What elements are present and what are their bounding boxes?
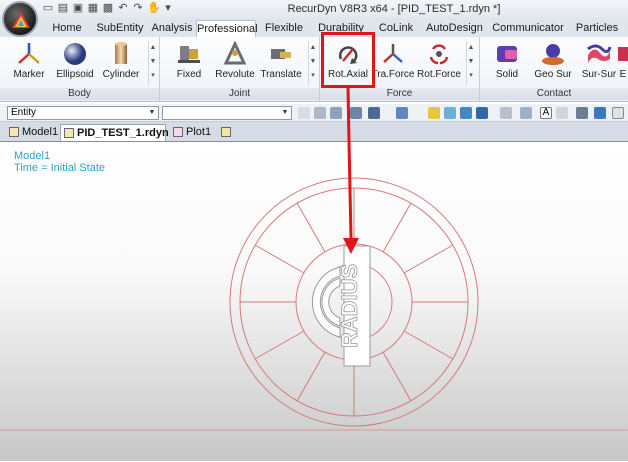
marker-icon — [18, 43, 40, 64]
tab-analysis[interactable]: Analysis — [150, 20, 194, 37]
tab-particles[interactable]: Particles — [570, 20, 624, 37]
ellipsoid-button[interactable]: Ellipsoid — [52, 41, 98, 85]
geo-sur-button[interactable]: Geo Sur — [530, 41, 576, 85]
tab-subentity[interactable]: SubEntity — [92, 20, 148, 37]
tra-force-label: Tra.Force — [371, 69, 415, 80]
pointer-arrow-line — [347, 142, 353, 239]
app-menu-orb[interactable] — [2, 1, 38, 37]
revolute-joint-icon — [223, 41, 247, 65]
tab-flexible[interactable]: Flexible — [262, 20, 306, 37]
solid-button[interactable]: Solid — [484, 41, 530, 85]
rot-force-icon — [429, 44, 449, 65]
fixed-label: Fixed — [176, 69, 202, 80]
revolute-label: Revolute — [215, 69, 255, 80]
contact-more-button[interactable]: E — [618, 41, 628, 85]
force-gallery-scroller[interactable]: ▲ ▼ ▾ — [466, 41, 475, 85]
fixed-joint-icon — [178, 46, 200, 63]
ellipsoid-label: Ellipsoid — [56, 69, 94, 80]
solid-contact-icon — [497, 46, 517, 62]
translate-button[interactable]: Translate — [258, 41, 304, 85]
window-title: RecurDyn V8R3 x64 - [PID_TEST_1.rdyn *] — [287, 3, 501, 15]
marker-button[interactable]: Marker — [6, 41, 52, 85]
contact-more-icon — [618, 47, 628, 61]
joint-gallery-scroller[interactable]: ▲ ▼ ▾ — [308, 41, 317, 85]
model-scene: RADIUS — [0, 142, 628, 431]
ellipsoid-icon — [64, 43, 86, 65]
geo-surface-icon — [542, 44, 564, 65]
tab-home[interactable]: Home — [42, 20, 92, 37]
translate-joint-icon — [271, 49, 291, 59]
surface-surface-icon — [587, 44, 612, 63]
tab-communicator[interactable]: Communicator — [492, 20, 564, 37]
tra-force-button[interactable]: Tra.Force — [370, 41, 416, 85]
cylinder-label: Cylinder — [102, 69, 140, 80]
marker-label: Marker — [13, 69, 45, 80]
recurdyn-logo-icon — [12, 12, 30, 28]
body-gallery-scroller[interactable]: ▲ ▼ ▾ — [148, 41, 157, 85]
revolute-button[interactable]: Revolute — [212, 41, 258, 85]
ribbon-tab-bar: Home SubEntity Analysis Professional Fle… — [0, 18, 628, 37]
marker-radius-text: RADIUS — [337, 264, 362, 348]
rot-axial-highlight-box — [321, 32, 375, 88]
sur-sur-label: Sur-Sur — [581, 69, 617, 80]
cylinder-icon — [115, 42, 127, 64]
fixed-button[interactable]: Fixed — [166, 41, 212, 85]
tab-colink[interactable]: CoLink — [376, 20, 416, 37]
cylinder-button[interactable]: Cylinder — [98, 41, 144, 85]
rot-force-button[interactable]: Rot.Force — [416, 41, 462, 85]
tab-autodesign[interactable]: AutoDesign — [426, 20, 483, 37]
contact-more-label: E — [619, 69, 627, 80]
tab-professional[interactable]: Professional — [196, 20, 258, 37]
geo-sur-label: Geo Sur — [534, 69, 572, 80]
solid-label: Solid — [495, 69, 519, 80]
rot-force-label: Rot.Force — [417, 69, 461, 80]
sur-sur-button[interactable]: Sur-Sur — [576, 41, 622, 85]
title-bar: ▭ ▤ ▣ ▦ ▩ ↶ ↷ ✋ ▾ RecurDyn V8R3 x64 - [P… — [0, 0, 628, 18]
modeling-viewport[interactable]: Model1 Time = Initial State RADIUS — [0, 141, 628, 461]
translate-label: Translate — [260, 69, 302, 80]
pointer-arrow-upper — [346, 86, 351, 142]
tra-force-icon — [383, 44, 403, 63]
